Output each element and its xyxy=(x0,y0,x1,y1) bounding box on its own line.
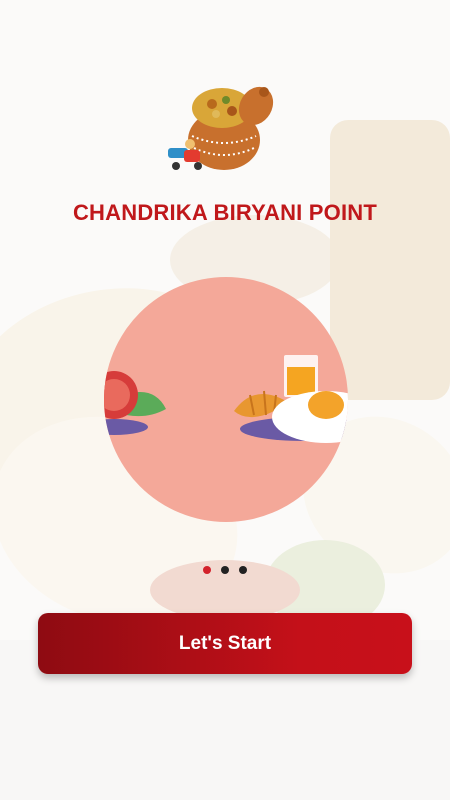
tomato-salad-icon xyxy=(104,371,166,435)
page-dot-2[interactable] xyxy=(221,566,229,574)
carousel-indicator xyxy=(0,566,450,574)
app-title: CHANDRIKA BIRYANI POINT xyxy=(72,200,378,225)
onboarding-illustration[interactable] xyxy=(104,277,348,522)
orange-juice-icon xyxy=(284,355,318,397)
breakfast-plate-icon xyxy=(234,355,348,443)
page-dot-3[interactable] xyxy=(239,566,247,574)
lets-start-button[interactable]: Let's Start xyxy=(38,613,412,674)
page-dot-1[interactable] xyxy=(203,566,211,574)
biryani-pot-logo-icon xyxy=(168,86,274,170)
